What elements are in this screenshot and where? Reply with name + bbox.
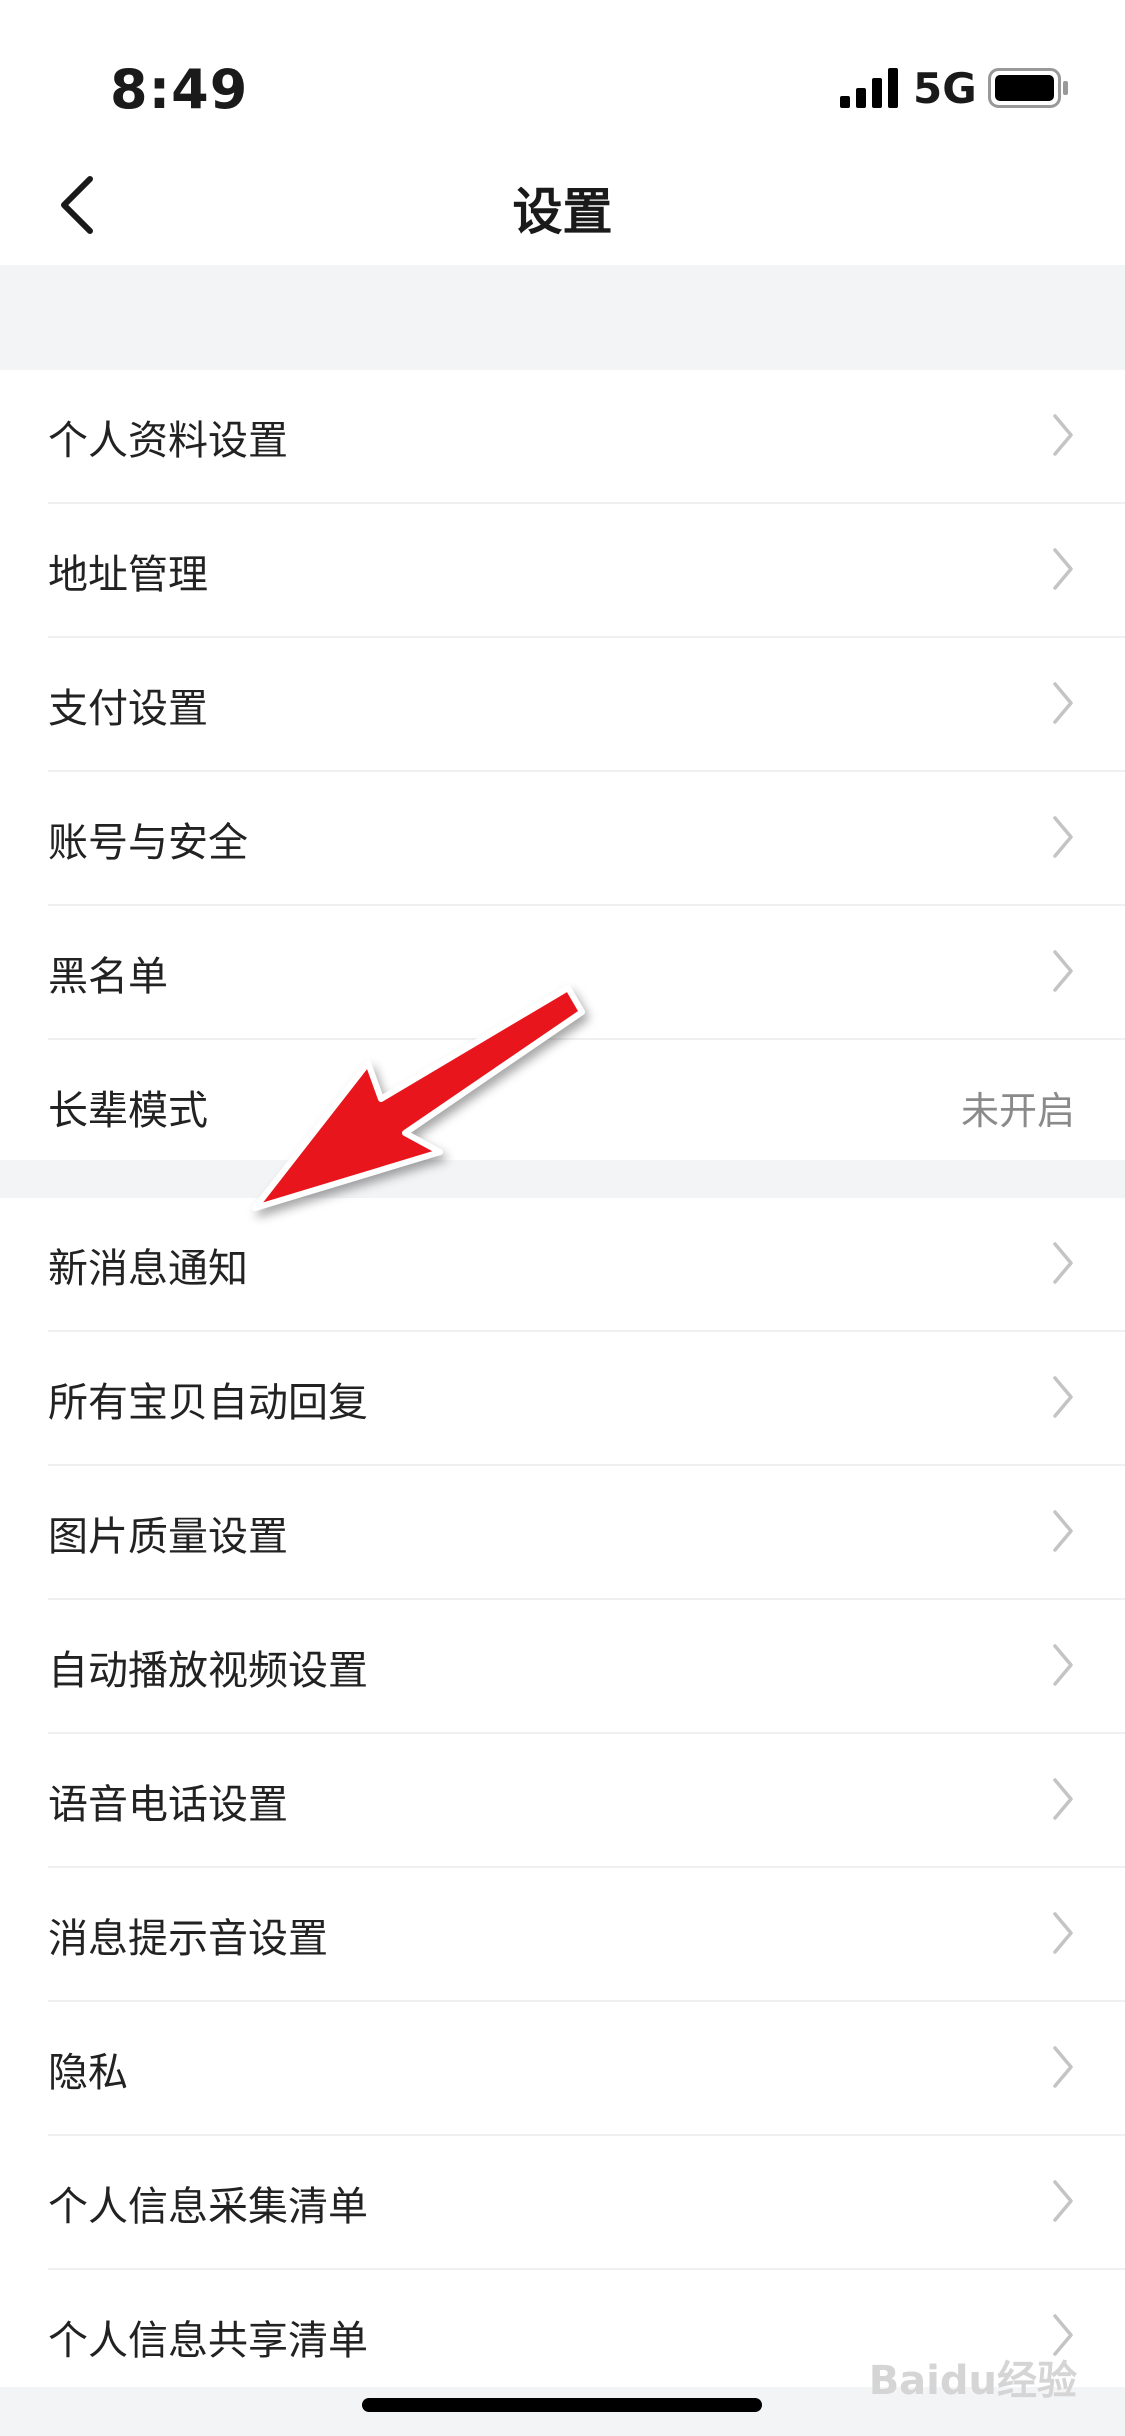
status-bar: 8:49 5G	[0, 0, 1125, 150]
setting-row-payment[interactable]: 支付设置	[48, 638, 1125, 772]
row-label: 个人资料设置	[48, 418, 288, 464]
settings-group-general: 新消息通知 所有宝贝自动回复 图片质量设置 自动播放视频设置 语音电话设置 消息…	[0, 1198, 1125, 2402]
watermark-logo: Baidu经验	[868, 2358, 1077, 2404]
chevron-right-icon	[1053, 1778, 1073, 1820]
chevron-right-icon	[1053, 1510, 1073, 1552]
section-gap	[0, 265, 1125, 370]
row-label: 地址管理	[48, 552, 208, 598]
chevron-right-icon	[1053, 1644, 1073, 1686]
setting-row-image-quality[interactable]: 图片质量设置	[48, 1466, 1125, 1600]
signal-icon	[840, 68, 898, 108]
chevron-right-icon	[1053, 1242, 1073, 1284]
setting-row-elder-mode[interactable]: 长辈模式 未开启	[48, 1040, 1125, 1172]
chevron-right-icon	[1053, 414, 1073, 456]
chevron-right-icon	[1053, 1912, 1073, 1954]
setting-row-message-sound[interactable]: 消息提示音设置	[48, 1868, 1125, 2002]
row-label: 图片质量设置	[48, 1514, 288, 1560]
section-gap	[0, 1160, 1125, 1198]
row-label: 支付设置	[48, 686, 208, 732]
setting-row-new-message-notify[interactable]: 新消息通知	[48, 1198, 1125, 1332]
row-label: 所有宝贝自动回复	[48, 1380, 368, 1426]
row-label: 隐私	[48, 2050, 128, 2096]
setting-row-profile[interactable]: 个人资料设置	[48, 370, 1125, 504]
row-label: 自动播放视频设置	[48, 1648, 368, 1694]
chevron-right-icon	[1053, 2180, 1073, 2222]
row-label: 消息提示音设置	[48, 1916, 328, 1962]
row-label: 新消息通知	[48, 1246, 248, 1292]
status-time: 8:49	[110, 58, 249, 121]
setting-row-auto-reply[interactable]: 所有宝贝自动回复	[48, 1332, 1125, 1466]
chevron-right-icon	[1053, 682, 1073, 724]
setting-row-account-security[interactable]: 账号与安全	[48, 772, 1125, 906]
setting-row-info-collection[interactable]: 个人信息采集清单	[48, 2136, 1125, 2270]
setting-row-address[interactable]: 地址管理	[48, 504, 1125, 638]
page-title: 设置	[512, 183, 613, 241]
chevron-right-icon	[1053, 950, 1073, 992]
setting-row-privacy[interactable]: 隐私	[48, 2002, 1125, 2136]
settings-group-account: 个人资料设置 地址管理 支付设置 账号与安全 黑名单 长辈模式 未开启	[0, 370, 1125, 1172]
chevron-right-icon	[1053, 548, 1073, 590]
battery-icon	[988, 68, 1068, 108]
row-label: 个人信息采集清单	[48, 2184, 368, 2230]
row-label: 长辈模式	[48, 1088, 208, 1134]
row-label: 账号与安全	[48, 820, 248, 866]
chevron-right-icon	[1053, 2046, 1073, 2088]
setting-row-autoplay-video[interactable]: 自动播放视频设置	[48, 1600, 1125, 1734]
home-indicator[interactable]	[362, 2398, 762, 2412]
setting-row-voice-call[interactable]: 语音电话设置	[48, 1734, 1125, 1868]
network-type: 5G	[913, 64, 977, 113]
row-label: 个人信息共享清单	[48, 2318, 368, 2364]
row-label: 语音电话设置	[48, 1782, 288, 1828]
chevron-right-icon	[1053, 1376, 1073, 1418]
setting-row-blacklist[interactable]: 黑名单	[48, 906, 1125, 1040]
row-label: 黑名单	[48, 954, 168, 1000]
elder-mode-status: 未开启	[960, 1089, 1075, 1133]
chevron-right-icon	[1053, 816, 1073, 858]
nav-bar: 设置	[0, 150, 1125, 265]
